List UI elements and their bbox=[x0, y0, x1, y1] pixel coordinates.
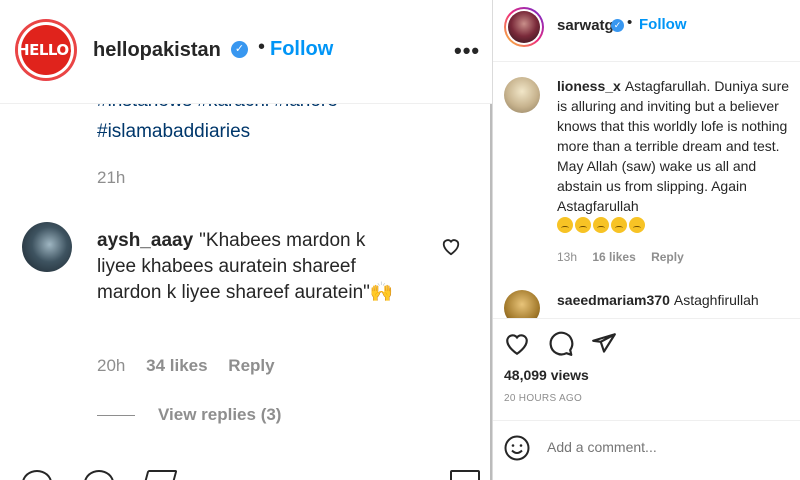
comment-username[interactable]: aysh_aaay bbox=[97, 230, 193, 251]
reply-button[interactable]: Reply bbox=[228, 356, 274, 375]
hello-logo: HELLO! bbox=[17, 25, 76, 75]
commenter-avatar[interactable] bbox=[504, 77, 540, 113]
comment-likes[interactable]: 16 likes bbox=[592, 250, 635, 264]
save-icon[interactable] bbox=[450, 470, 480, 480]
share-send-icon[interactable] bbox=[591, 331, 617, 357]
username[interactable]: sarwatg bbox=[557, 17, 614, 34]
comment-time[interactable]: 20h bbox=[97, 356, 125, 375]
comment-likes[interactable]: 34 likes bbox=[146, 356, 207, 375]
avatar[interactable]: HELLO! bbox=[15, 19, 77, 81]
disappointed-face-icon bbox=[557, 217, 573, 234]
comment-meta: 20h 34 likes Reply bbox=[97, 356, 291, 376]
left-action-bar bbox=[0, 460, 492, 480]
comment-body: Astagfarullah. Duniya sure is alluring a… bbox=[557, 78, 790, 214]
reply-button[interactable]: Reply bbox=[651, 250, 684, 264]
right-post-panel: sarwatg ✓ • Follow lioness_x Astagfarulla… bbox=[492, 0, 800, 480]
comment-bubble-icon[interactable] bbox=[548, 331, 574, 357]
comment-body: Astaghfirullah bbox=[673, 292, 759, 308]
comment-text: lioness_x Astagfarullah. Duniya sure is a… bbox=[557, 76, 793, 216]
post-timestamp[interactable]: 21h bbox=[97, 168, 125, 188]
emoji-picker-icon[interactable] bbox=[504, 435, 530, 461]
view-count[interactable]: 48,099 views bbox=[504, 367, 589, 383]
disappointed-face-icon bbox=[629, 217, 645, 234]
like-heart-icon[interactable] bbox=[504, 331, 530, 357]
left-post-header: HELLO! hellopakistan ✓ • Follow ••• bbox=[0, 0, 492, 104]
like-comment-heart-icon[interactable] bbox=[440, 236, 462, 256]
view-replies-button[interactable]: View replies (3) bbox=[158, 405, 281, 425]
post-date: 20 HOURS AGO bbox=[504, 393, 583, 404]
comment-icon[interactable] bbox=[84, 470, 114, 480]
more-options-icon[interactable]: ••• bbox=[454, 38, 480, 64]
username[interactable]: hellopakistan bbox=[93, 39, 221, 62]
right-action-bar: 48,099 views 20 HOURS AGO bbox=[493, 318, 800, 408]
comment-text: aysh_aaay "Khabees mardon k liyee khabees… bbox=[97, 228, 397, 306]
commenter-avatar[interactable] bbox=[22, 222, 72, 272]
separator-dot: • bbox=[258, 36, 266, 58]
share-icon[interactable] bbox=[140, 470, 178, 480]
comment-username[interactable]: saeedmariam370 bbox=[557, 292, 670, 308]
left-post-panel: #instanews #karachi #lahore HELLO! hello… bbox=[0, 0, 492, 480]
disappointed-face-icon bbox=[593, 217, 609, 234]
right-post-header: sarwatg ✓ • Follow bbox=[493, 0, 800, 62]
follow-button[interactable]: Follow bbox=[270, 38, 333, 61]
comment-time[interactable]: 13h bbox=[557, 250, 577, 264]
verified-badge-icon: ✓ bbox=[611, 17, 624, 35]
disappointed-face-icon bbox=[611, 217, 627, 234]
comment-text: saeedmariam370 Astaghfirullah bbox=[557, 292, 759, 308]
disappointed-face-icon bbox=[575, 217, 591, 234]
like-icon[interactable] bbox=[22, 470, 52, 480]
verified-badge-icon: ✓ bbox=[231, 41, 248, 59]
comment-meta: 13h 16 likes Reply bbox=[557, 250, 696, 264]
avatar[interactable] bbox=[504, 7, 544, 47]
replies-divider bbox=[97, 415, 135, 416]
comment-username[interactable]: lioness_x bbox=[557, 78, 621, 94]
separator-dot: • bbox=[627, 14, 633, 31]
follow-button[interactable]: Follow bbox=[639, 16, 687, 33]
hashtag-link[interactable]: #islamabaddiaries bbox=[97, 121, 250, 143]
add-comment-input[interactable] bbox=[547, 439, 787, 455]
add-comment-bar bbox=[493, 420, 800, 480]
emoji-row bbox=[557, 216, 647, 234]
